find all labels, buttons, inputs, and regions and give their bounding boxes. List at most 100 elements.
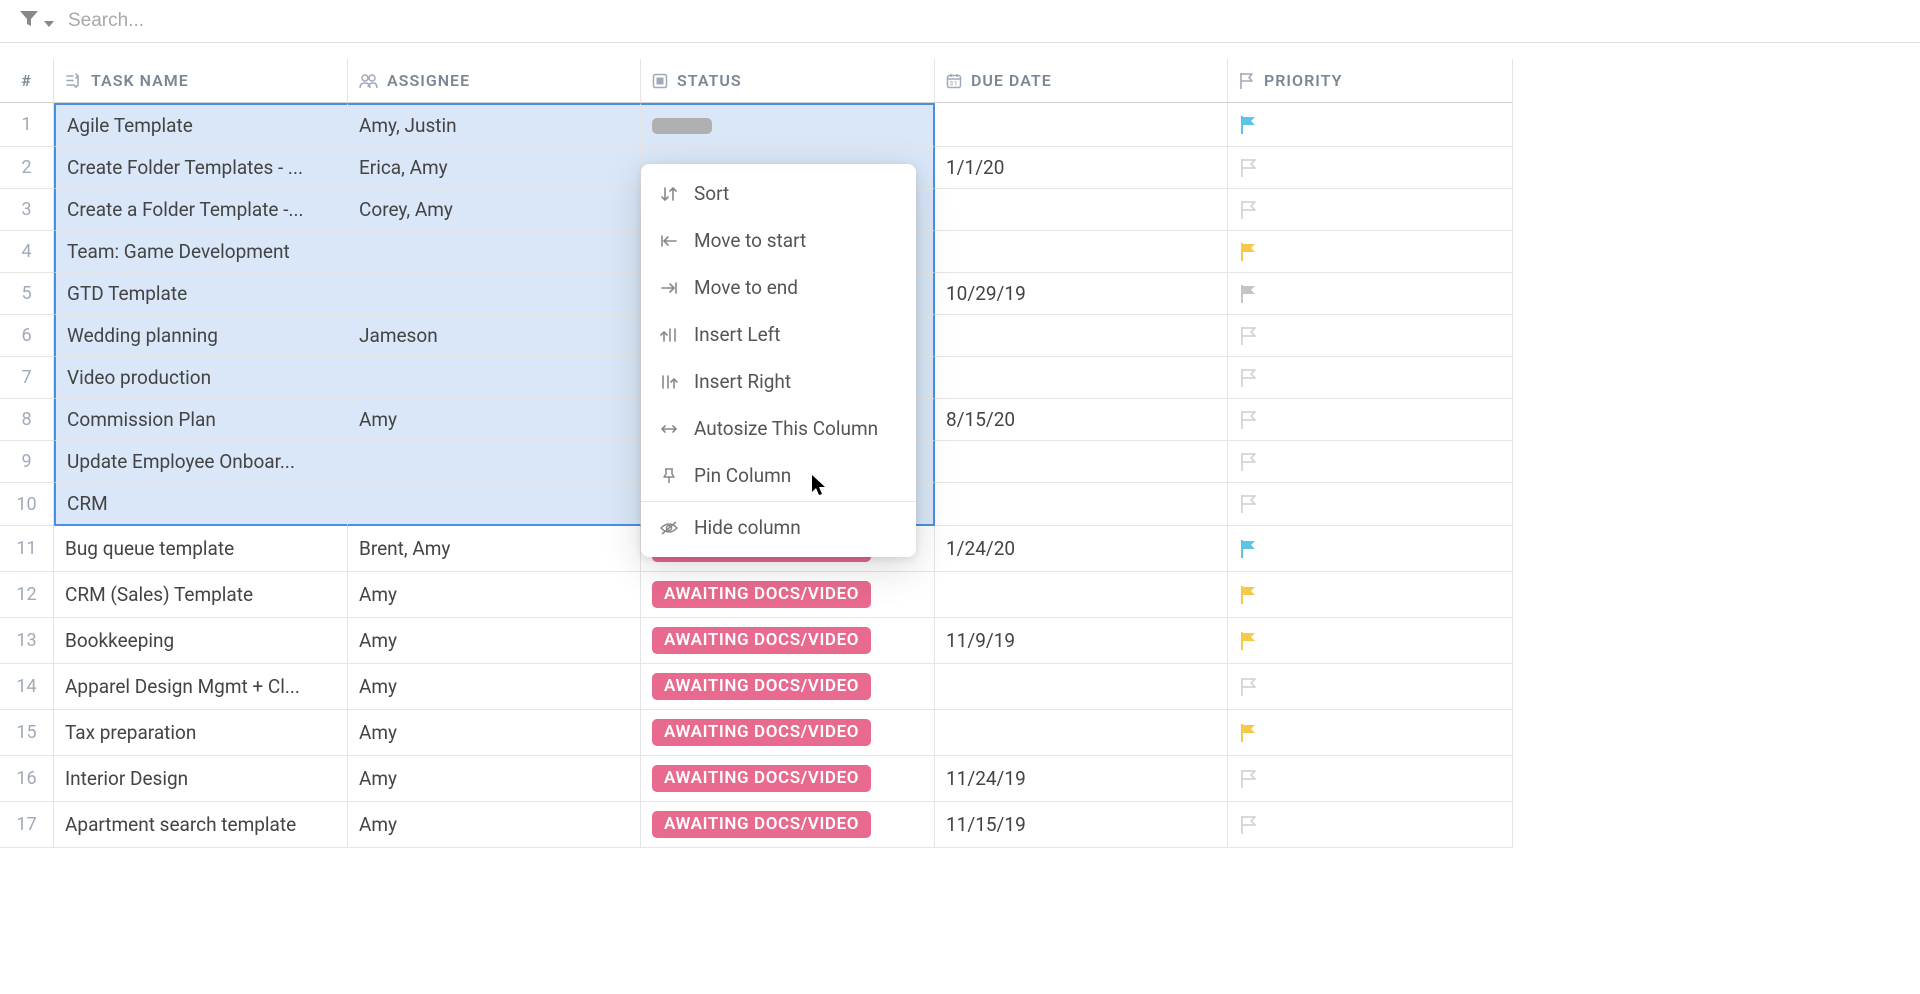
due-date-cell[interactable]: 8/15/20 <box>935 399 1228 441</box>
row-number[interactable]: 10 <box>0 483 54 526</box>
task-name-cell[interactable]: Tax preparation <box>54 710 348 756</box>
assignee-cell[interactable] <box>348 273 641 315</box>
column-header-assignee[interactable]: ASSIGNEE <box>348 59 641 103</box>
menu-move-start[interactable]: Move to start <box>641 217 916 264</box>
due-date-cell[interactable]: 1/1/20 <box>935 147 1228 189</box>
task-name-cell[interactable]: GTD Template <box>54 273 348 315</box>
assignee-cell[interactable] <box>348 483 641 526</box>
task-name-cell[interactable]: Wedding planning <box>54 315 348 357</box>
priority-cell[interactable] <box>1228 189 1513 231</box>
menu-insert-left[interactable]: Insert Left <box>641 311 916 358</box>
row-number[interactable]: 13 <box>0 618 54 664</box>
menu-sort[interactable]: Sort <box>641 170 916 217</box>
filter-button[interactable] <box>20 11 54 31</box>
priority-cell[interactable] <box>1228 618 1513 664</box>
row-number[interactable]: 14 <box>0 664 54 710</box>
priority-cell[interactable] <box>1228 231 1513 273</box>
task-name-cell[interactable]: Apparel Design Mgmt + Cl... <box>54 664 348 710</box>
priority-cell[interactable] <box>1228 441 1513 483</box>
task-name-cell[interactable]: Interior Design <box>54 756 348 802</box>
menu-pin[interactable]: Pin Column <box>641 452 916 499</box>
row-number[interactable]: 8 <box>0 399 54 441</box>
assignee-cell[interactable] <box>348 357 641 399</box>
assignee-cell[interactable]: Amy <box>348 664 641 710</box>
row-number[interactable]: 16 <box>0 756 54 802</box>
priority-cell[interactable] <box>1228 273 1513 315</box>
due-date-cell[interactable] <box>935 572 1228 618</box>
row-number[interactable]: 7 <box>0 357 54 399</box>
assignee-cell[interactable]: Amy, Justin <box>348 103 641 147</box>
status-cell[interactable]: AWAITING DOCS/VIDEO <box>641 802 935 848</box>
assignee-cell[interactable]: Corey, Amy <box>348 189 641 231</box>
task-name-cell[interactable]: Team: Game Development <box>54 231 348 273</box>
status-cell[interactable] <box>641 103 935 147</box>
assignee-cell[interactable]: Brent, Amy <box>348 526 641 572</box>
status-cell[interactable]: AWAITING DOCS/VIDEO <box>641 572 935 618</box>
task-name-cell[interactable]: Agile Template <box>54 103 348 147</box>
status-cell[interactable]: AWAITING DOCS/VIDEO <box>641 710 935 756</box>
row-number[interactable]: 4 <box>0 231 54 273</box>
row-number[interactable]: 5 <box>0 273 54 315</box>
task-name-cell[interactable]: Bug queue template <box>54 526 348 572</box>
due-date-cell[interactable]: 1/24/20 <box>935 526 1228 572</box>
due-date-cell[interactable] <box>935 315 1228 357</box>
assignee-cell[interactable]: Jameson <box>348 315 641 357</box>
due-date-cell[interactable]: 11/9/19 <box>935 618 1228 664</box>
priority-cell[interactable] <box>1228 103 1513 147</box>
row-number[interactable]: 17 <box>0 802 54 848</box>
priority-cell[interactable] <box>1228 483 1513 526</box>
priority-cell[interactable] <box>1228 357 1513 399</box>
assignee-cell[interactable] <box>348 231 641 273</box>
task-name-cell[interactable]: Bookkeeping <box>54 618 348 664</box>
due-date-cell[interactable] <box>935 710 1228 756</box>
row-number[interactable]: 12 <box>0 572 54 618</box>
priority-cell[interactable] <box>1228 147 1513 189</box>
column-header-task-name[interactable]: TASK NAME <box>54 59 348 103</box>
column-header-status[interactable]: STATUS <box>641 59 935 103</box>
menu-autosize[interactable]: Autosize This Column <box>641 405 916 452</box>
due-date-cell[interactable] <box>935 231 1228 273</box>
task-name-cell[interactable]: Update Employee Onboar... <box>54 441 348 483</box>
search-input[interactable] <box>68 10 1900 32</box>
due-date-cell[interactable]: 11/24/19 <box>935 756 1228 802</box>
due-date-cell[interactable] <box>935 357 1228 399</box>
assignee-cell[interactable]: Amy <box>348 399 641 441</box>
priority-cell[interactable] <box>1228 802 1513 848</box>
assignee-cell[interactable]: Amy <box>348 572 641 618</box>
priority-cell[interactable] <box>1228 399 1513 441</box>
priority-cell[interactable] <box>1228 756 1513 802</box>
assignee-cell[interactable]: Amy <box>348 802 641 848</box>
task-name-cell[interactable]: Commission Plan <box>54 399 348 441</box>
row-number[interactable]: 1 <box>0 103 54 147</box>
due-date-cell[interactable] <box>935 103 1228 147</box>
task-name-cell[interactable]: Create a Folder Template -... <box>54 189 348 231</box>
assignee-cell[interactable] <box>348 441 641 483</box>
task-name-cell[interactable]: Video production <box>54 357 348 399</box>
row-number[interactable]: 15 <box>0 710 54 756</box>
due-date-cell[interactable] <box>935 664 1228 710</box>
due-date-cell[interactable] <box>935 189 1228 231</box>
row-number[interactable]: 2 <box>0 147 54 189</box>
priority-cell[interactable] <box>1228 664 1513 710</box>
priority-cell[interactable] <box>1228 710 1513 756</box>
due-date-cell[interactable]: 10/29/19 <box>935 273 1228 315</box>
column-header-num[interactable]: # <box>0 59 54 103</box>
priority-cell[interactable] <box>1228 572 1513 618</box>
assignee-cell[interactable]: Erica, Amy <box>348 147 641 189</box>
task-name-cell[interactable]: CRM (Sales) Template <box>54 572 348 618</box>
row-number[interactable]: 6 <box>0 315 54 357</box>
status-cell[interactable]: AWAITING DOCS/VIDEO <box>641 756 935 802</box>
row-number[interactable]: 3 <box>0 189 54 231</box>
due-date-cell[interactable]: 11/15/19 <box>935 802 1228 848</box>
task-name-cell[interactable]: Apartment search template <box>54 802 348 848</box>
task-name-cell[interactable]: Create Folder Templates - ... <box>54 147 348 189</box>
menu-move-end[interactable]: Move to end <box>641 264 916 311</box>
menu-hide[interactable]: Hide column <box>641 504 916 551</box>
menu-insert-right[interactable]: Insert Right <box>641 358 916 405</box>
row-number[interactable]: 11 <box>0 526 54 572</box>
row-number[interactable]: 9 <box>0 441 54 483</box>
priority-cell[interactable] <box>1228 315 1513 357</box>
column-header-due-date[interactable]: 31 DUE DATE <box>935 59 1228 103</box>
priority-cell[interactable] <box>1228 526 1513 572</box>
due-date-cell[interactable] <box>935 483 1228 526</box>
